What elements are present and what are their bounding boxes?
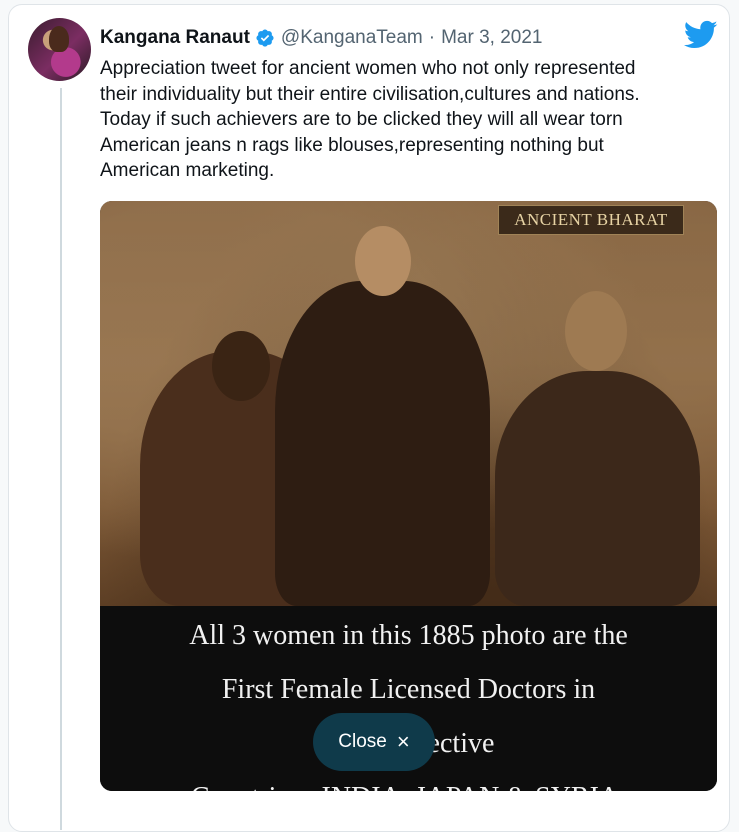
caption-line: First Female Licensed Doctors in — [221, 674, 596, 705]
sepia-photo: ANCIENT BHARAT — [100, 201, 717, 606]
tweet-text: Appreciation tweet for ancient women who… — [100, 56, 710, 184]
close-button-label: Close — [338, 731, 387, 752]
photo-figure-right — [495, 291, 700, 606]
tweet-text-line: American jeans n rags like blouses,repre… — [100, 134, 604, 156]
ancient-bharat-badge: ANCIENT BHARAT — [498, 205, 684, 235]
tweet-text-line: Appreciation tweet for ancient women who… — [100, 58, 636, 79]
verified-badge-icon — [256, 29, 274, 47]
thread-line — [60, 88, 62, 830]
tweet-text-line: Today if such achievers are to be clicke… — [100, 109, 623, 130]
twitter-bird-icon[interactable] — [684, 20, 718, 50]
avatar[interactable] — [28, 18, 91, 81]
tweet-date[interactable]: Mar 3, 2021 — [441, 27, 542, 49]
caption-line: All 3 women in this 1885 photo are the — [189, 620, 628, 651]
close-button[interactable]: Close × — [313, 713, 435, 771]
tweet-text-line: American marketing. — [100, 160, 275, 181]
photo-figure-center — [275, 226, 490, 606]
tweet-text-line: their individuality but their entire civ… — [100, 83, 640, 105]
caption-line: Countries : INDIA, JAPAN & SYRIA. — [100, 782, 717, 791]
author-name[interactable]: Kangana Ranaut — [100, 27, 250, 49]
separator-dot: · — [428, 27, 436, 48]
tweet-media-image[interactable]: ANCIENT BHARAT All 3 women in this 1885 … — [100, 201, 717, 791]
avatar-figure — [49, 26, 69, 52]
close-icon: × — [396, 729, 410, 754]
tweet-header: Kangana Ranaut @KanganaTeam · Mar 3, 202… — [100, 25, 542, 51]
author-handle[interactable]: @KanganaTeam — [281, 27, 423, 49]
